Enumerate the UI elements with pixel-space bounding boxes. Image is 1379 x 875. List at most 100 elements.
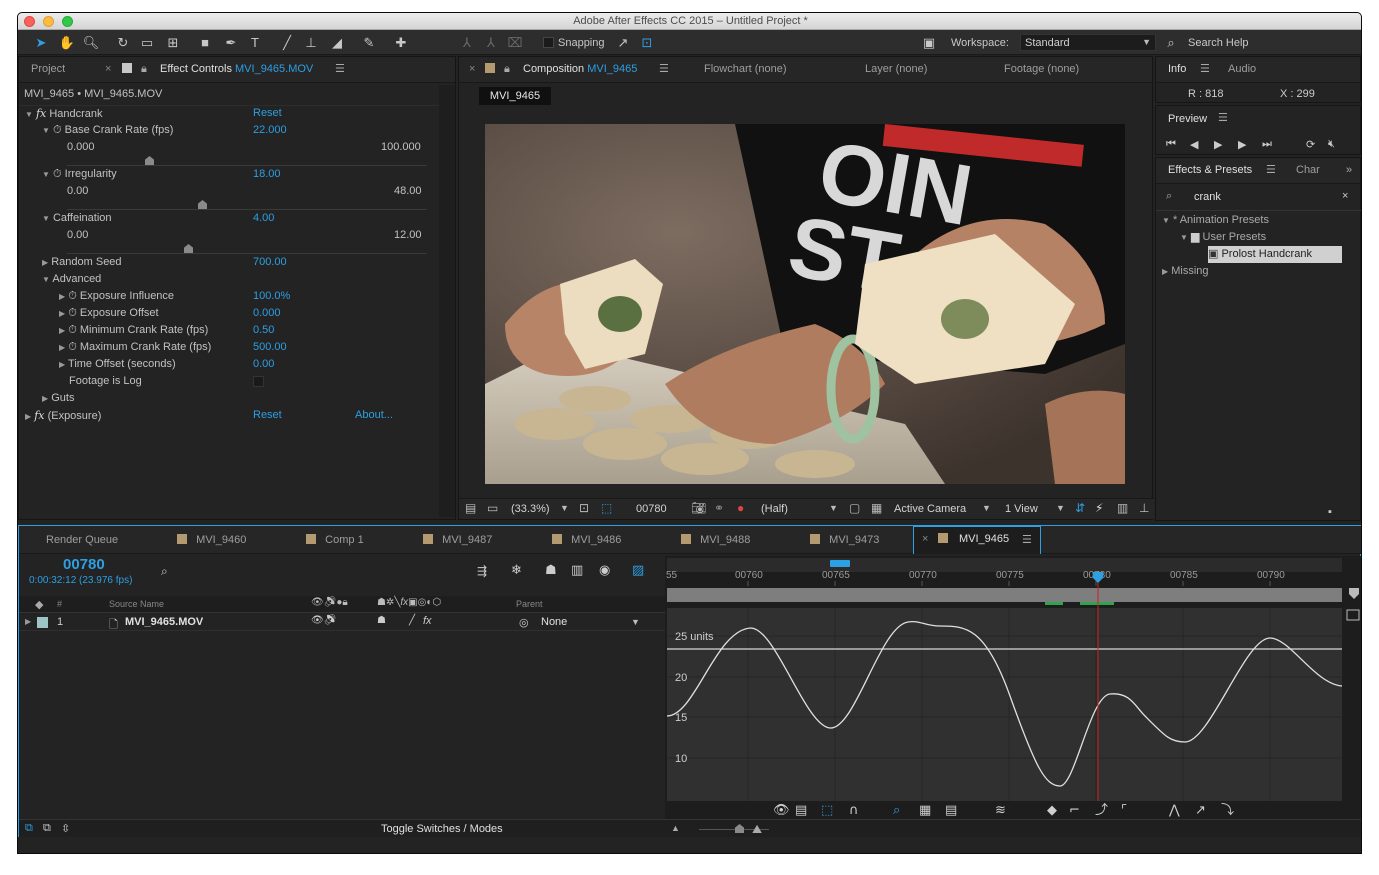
- base-crank-rate-row[interactable]: ▼ ⏱ Base Crank Rate (fps): [42, 122, 173, 139]
- graph-editor[interactable]: 55 00760 00765 00770 00775 00780 00785 0…: [665, 556, 1362, 819]
- camera-tool-icon[interactable]: ▭: [138, 34, 156, 51]
- search-help-input[interactable]: Search Help: [1188, 37, 1249, 49]
- exposure-about-link[interactable]: About...: [355, 407, 393, 424]
- fast-previews-icon[interactable]: ⚡: [1095, 501, 1103, 515]
- caffeination-slider-knob[interactable]: [184, 244, 193, 253]
- handcrank-reset-link[interactable]: Reset: [253, 105, 282, 122]
- search-icon[interactable]: ⌕: [161, 564, 168, 579]
- close-tab-icon[interactable]: ×: [469, 57, 475, 82]
- panel-menu-icon[interactable]: ☰: [335, 57, 345, 82]
- axis-local-icon[interactable]: ⅄: [458, 34, 476, 51]
- exposure-reset-link[interactable]: Reset: [253, 407, 282, 424]
- base-crank-slider-knob[interactable]: [145, 156, 154, 165]
- tab-project[interactable]: Project: [31, 57, 65, 82]
- tab-comp-mvi-9487[interactable]: MVI_9487: [423, 528, 492, 553]
- snap-feather-icon[interactable]: ↗: [614, 34, 632, 51]
- zoom-select[interactable]: (33.3%): [511, 503, 550, 515]
- footage-is-log-checkbox[interactable]: [253, 376, 264, 387]
- tab-comp-mvi-9460[interactable]: MVI_9460: [177, 528, 246, 553]
- camera-chevron-icon[interactable]: ▼: [982, 503, 991, 513]
- min-crank-rate-row[interactable]: ▶ ⏱ Minimum Crank Rate (fps): [59, 322, 208, 339]
- base-crank-rate-value[interactable]: 22.000: [253, 122, 287, 139]
- caffeination-value[interactable]: 4.00: [253, 210, 274, 227]
- zoom-in-icon[interactable]: ⛰: [752, 822, 762, 837]
- monitor-icon[interactable]: ▭: [487, 501, 498, 515]
- layer-av-switches[interactable]: 👁︎🔊︎: [311, 615, 336, 626]
- column-source-name[interactable]: Source Name: [109, 599, 164, 609]
- viewer-timecode[interactable]: 00780: [636, 503, 667, 515]
- clear-search-icon[interactable]: ×: [1342, 190, 1348, 202]
- layer-switches-pane-icon[interactable]: ⧉: [25, 822, 33, 835]
- toggle-pixel-aspect-icon[interactable]: ⇵: [1075, 501, 1085, 515]
- region-of-interest-icon[interactable]: ▢: [849, 501, 860, 515]
- tab-character[interactable]: Char: [1296, 158, 1320, 183]
- tab-layer[interactable]: Layer (none): [865, 57, 927, 82]
- time-offset-row[interactable]: ▶ Time Offset (seconds): [59, 356, 176, 373]
- transparency-grid-icon[interactable]: ▦: [871, 501, 882, 515]
- exposure-offset-row[interactable]: ▶ ⏱ Exposure Offset: [59, 305, 159, 322]
- tab-preview[interactable]: Preview: [1168, 111, 1207, 128]
- handcrank-effect-row[interactable]: ▼ fx Handcrank: [25, 105, 103, 122]
- effect-controls-scrollbar[interactable]: [439, 85, 455, 517]
- tab-composition[interactable]: Composition MVI_9465: [523, 57, 637, 82]
- axis-world-icon[interactable]: ⅄: [482, 34, 500, 51]
- close-tab-icon[interactable]: ×: [105, 57, 111, 82]
- zoom-tool-icon[interactable]: 🔍︎: [82, 34, 100, 51]
- snapping-checkbox[interactable]: [543, 37, 554, 48]
- motion-blur-icon[interactable]: ◉: [599, 562, 610, 578]
- irregularity-row[interactable]: ▼ ⏱ Irregularity: [42, 166, 117, 183]
- tree-user-presets[interactable]: ▼ ▆ User Presets: [1180, 229, 1266, 246]
- layer-row[interactable]: ▶ 1 🗋︎ MVI_9465.MOV 👁︎🔊︎ ☗ ╱ fx ◎ None ▼: [19, 614, 665, 631]
- tab-comp-mvi-9488[interactable]: MVI_9488: [681, 528, 750, 553]
- panel-menu-icon[interactable]: ☰: [1022, 533, 1032, 546]
- tab-effects-presets[interactable]: Effects & Presets: [1168, 158, 1252, 183]
- previous-frame-icon[interactable]: ◀︎: [1190, 138, 1198, 151]
- color-channels-icon[interactable]: ●: [737, 501, 744, 515]
- tree-prolost-handcrank[interactable]: ▣ Prolost Handcrank: [1208, 246, 1342, 263]
- views-chevron-icon[interactable]: ▼: [1056, 503, 1065, 513]
- layer-fx-switch-icon[interactable]: fx: [423, 615, 432, 627]
- random-seed-value[interactable]: 700.00: [253, 254, 287, 271]
- layer-label-swatch[interactable]: [37, 617, 48, 628]
- tab-comp-mvi-9465-active[interactable]: × MVI_9465 ☰: [913, 526, 1041, 554]
- effects-search-input[interactable]: crank: [1194, 189, 1221, 206]
- snapshot-camera-icon[interactable]: 📷︎: [691, 501, 706, 515]
- caffeination-row[interactable]: ▼ Caffeination: [42, 210, 112, 227]
- type-tool-icon[interactable]: T: [246, 34, 264, 51]
- next-frame-icon[interactable]: ▶︎: [1238, 138, 1246, 151]
- grid-guides-icon[interactable]: ⬚: [601, 501, 612, 515]
- tab-flowchart[interactable]: Flowchart (none): [704, 57, 787, 82]
- base-crank-slider-track[interactable]: [67, 165, 427, 166]
- layer-source-name[interactable]: MVI_9465.MOV: [125, 616, 203, 628]
- panel-menu-icon[interactable]: ☰: [1200, 57, 1210, 82]
- last-frame-icon[interactable]: ⏭: [1262, 138, 1272, 151]
- puppet-pin-tool-icon[interactable]: ✚: [392, 34, 410, 51]
- zoom-out-icon[interactable]: ▲: [671, 823, 680, 833]
- zoom-slider-knob[interactable]: [735, 824, 744, 833]
- irregularity-slider-knob[interactable]: [198, 200, 207, 209]
- exposure-influence-value[interactable]: 100.0%: [253, 288, 290, 305]
- show-snapshot-icon[interactable]: ⚭: [714, 501, 724, 515]
- tab-render-queue[interactable]: Render Queue: [46, 528, 118, 553]
- shy-layers-icon[interactable]: ☗: [545, 562, 557, 578]
- composition-viewer-image[interactable]: OIN ST: [485, 124, 1125, 484]
- toggle-switches-modes-button[interactable]: Toggle Switches / Modes: [381, 823, 503, 835]
- hand-tool-icon[interactable]: ✋: [58, 34, 76, 51]
- pan-behind-tool-icon[interactable]: ⊞: [164, 34, 182, 51]
- graph-editor-icon[interactable]: ▨: [632, 562, 644, 578]
- random-seed-row[interactable]: ▶ Random Seed: [42, 254, 122, 271]
- workspace-select[interactable]: Standard ▼: [1020, 34, 1156, 51]
- always-preview-icon[interactable]: ▤: [465, 501, 476, 515]
- max-crank-rate-value[interactable]: 500.00: [253, 339, 287, 356]
- tab-audio[interactable]: Audio: [1228, 57, 1256, 82]
- brush-tool-icon[interactable]: ╱: [278, 34, 296, 51]
- irregularity-slider-track[interactable]: [67, 209, 427, 210]
- parent-pickwhip-icon[interactable]: ◎: [519, 616, 529, 629]
- parent-chevron-icon[interactable]: ▼: [631, 617, 640, 627]
- tab-comp-mvi-9473[interactable]: MVI_9473: [810, 528, 879, 553]
- tab-comp-mvi-9486[interactable]: MVI_9486: [552, 528, 621, 553]
- layer-quality-switch-icon[interactable]: ╱: [409, 615, 415, 626]
- timeline-icon[interactable]: ▥: [1117, 501, 1128, 515]
- layer-shy-switch-icon[interactable]: ☗: [377, 615, 386, 626]
- loop-icon[interactable]: ⟳: [1306, 138, 1315, 151]
